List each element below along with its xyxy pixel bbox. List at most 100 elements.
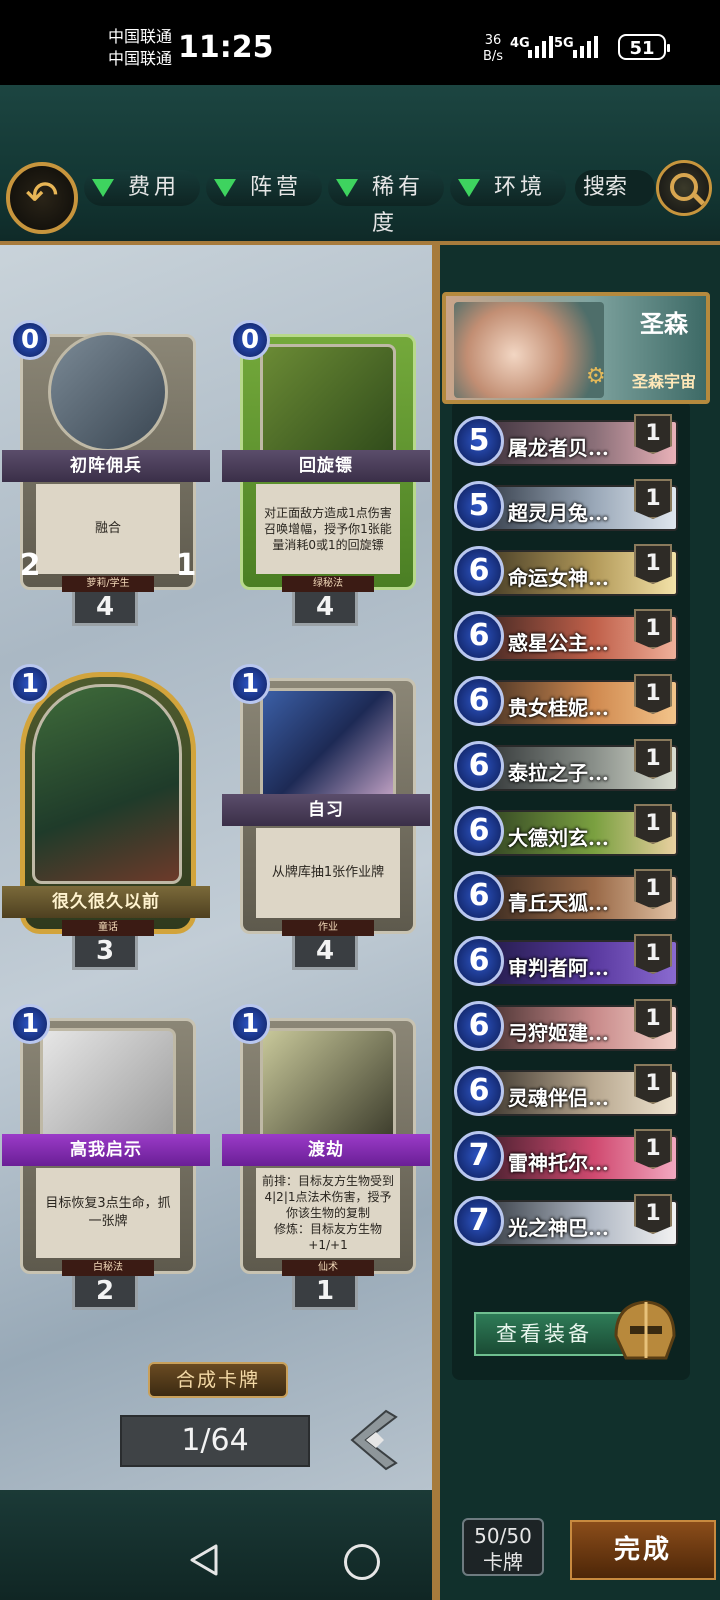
deck-card-name: 惑星公主...: [508, 631, 609, 655]
deck-card-cost: 6: [454, 611, 504, 661]
card-type: 绿秘法: [282, 576, 374, 592]
search-magnifier-icon[interactable]: [656, 160, 712, 216]
undo-arrow-icon: ↶: [25, 173, 59, 219]
deck-card-row[interactable]: 6 惑星公主... 1: [452, 609, 680, 667]
deck-card-name: 弓狩姬建...: [508, 1021, 609, 1045]
deck-card-row[interactable]: 6 贵女桂妮... 1: [452, 674, 680, 732]
filter-bar: [0, 85, 720, 245]
filter-faction-button[interactable]: 阵营: [206, 170, 322, 206]
deck-card-cost: 7: [454, 1131, 504, 1181]
card-art: [32, 684, 182, 884]
deck-card-cost: 6: [454, 676, 504, 726]
deck-card-name: 大德刘玄...: [508, 826, 609, 850]
deck-card-row[interactable]: 6 审判者阿... 1: [452, 934, 680, 992]
leader-name: 圣森: [640, 309, 688, 338]
collection-card[interactable]: 1 渡劫 前排：目标友方生物受到4|2|1点法术伤害，授予你该生物的复制 修炼：…: [222, 1004, 430, 1310]
card-type: 作业: [282, 920, 374, 936]
deck-card-name: 光之神巴...: [508, 1216, 609, 1240]
craft-card-button[interactable]: 合成卡牌: [148, 1362, 288, 1398]
filter-environment-label: 环境: [494, 175, 547, 200]
collection-card[interactable]: 1 高我启示 目标恢复3点生命，抓一张牌 白秘法 2: [2, 1004, 210, 1310]
deck-card-row[interactable]: 6 青丘天狐... 1: [452, 869, 680, 927]
deck-card-count: 1: [634, 1064, 672, 1104]
deck-card-count: 1: [634, 479, 672, 519]
gear-icon: ⚙: [586, 364, 606, 389]
helmet-icon: [614, 1300, 676, 1360]
deck-card-list[interactable]: 5 屠龙者贝... 1 5 超灵月兔... 1 6 命运女神... 1 6 惑星…: [452, 414, 682, 1256]
deck-card-row[interactable]: 5 超灵月兔... 1: [452, 479, 680, 537]
card-type: 仙术: [282, 1260, 374, 1276]
collection-card[interactable]: 1 很久很久以前 童话 3: [2, 664, 210, 970]
card-art: [48, 332, 168, 452]
panel-divider: [432, 245, 440, 1600]
filter-cost-button[interactable]: 费用: [84, 170, 200, 206]
network-speed: 36 B/s: [483, 33, 503, 65]
back-button[interactable]: ↶: [6, 162, 78, 234]
deck-card-row[interactable]: 6 大德刘玄... 1: [452, 804, 680, 862]
card-owned-count: 4: [292, 936, 358, 970]
clock: 11:25: [178, 30, 274, 65]
page-indicator: 1/64: [120, 1415, 310, 1467]
card-cost: 1: [10, 664, 50, 704]
filter-rarity-label: 稀有度: [372, 175, 425, 236]
deck-card-row[interactable]: 6 命运女神... 1: [452, 544, 680, 602]
carrier-2: 中国联通: [108, 49, 173, 68]
deck-card-cost: 6: [454, 741, 504, 791]
carrier-labels: 中国联通 中国联通: [108, 26, 172, 70]
deck-card-count: 1: [634, 674, 672, 714]
deck-count-badge: 50/50 卡牌: [462, 1518, 544, 1576]
deck-card-row[interactable]: 5 屠龙者贝... 1: [452, 414, 680, 472]
deck-card-name: 审判者阿...: [508, 956, 609, 980]
nav-home-icon[interactable]: [344, 1544, 380, 1580]
deck-count-value: 50/50: [474, 1524, 532, 1548]
deck-card-cost: 5: [454, 416, 504, 466]
collection-card[interactable]: 0 回旋镖 对正面敌方造成1点伤害 召唤增幅，授予你1张能量消耗0或1的回旋镖 …: [222, 320, 430, 626]
net-speed-value: 36: [484, 33, 502, 48]
deck-card-cost: 6: [454, 806, 504, 856]
collection-card[interactable]: 1 自习 从牌库抽1张作业牌 作业 4: [222, 664, 430, 970]
deck-card-row[interactable]: 6 弓狩姬建... 1: [452, 999, 680, 1057]
leader-banner[interactable]: 圣森 ⚙ 圣森宇宙: [442, 292, 710, 404]
card-text: 目标恢复3点生命，抓一张牌: [36, 1168, 180, 1258]
card-owned-count: 1: [292, 1276, 358, 1310]
deck-card-count: 1: [634, 934, 672, 974]
filter-faction-label: 阵营: [250, 175, 303, 200]
deck-card-row[interactable]: 6 泰拉之子... 1: [452, 739, 680, 797]
deck-card-row[interactable]: 6 灵魂伴侣... 1: [452, 1064, 680, 1122]
done-button[interactable]: 完成: [570, 1520, 716, 1580]
card-name: 高我启示: [2, 1134, 210, 1166]
next-page-button[interactable]: [346, 1405, 402, 1475]
card-cost: 0: [10, 320, 50, 360]
filter-environment-button[interactable]: 环境: [450, 170, 566, 206]
deck-card-count: 1: [634, 1129, 672, 1169]
card-owned-count: 4: [72, 592, 138, 626]
deck-card-count: 1: [634, 999, 672, 1039]
dropdown-triangle-icon: [92, 179, 114, 197]
deck-card-cost: 6: [454, 871, 504, 921]
filter-cost-label: 费用: [128, 175, 181, 200]
deck-card-name: 贵女桂妮...: [508, 696, 609, 720]
leader-portrait: [454, 302, 604, 398]
card-text: 融合: [36, 484, 180, 574]
filter-rarity-button[interactable]: 稀有度: [328, 170, 444, 236]
card-name: 渡劫: [222, 1134, 430, 1166]
card-type: 童话: [62, 920, 154, 936]
deck-card-cost: 6: [454, 1001, 504, 1051]
deck-card-count: 1: [634, 804, 672, 844]
signal-icon: [528, 34, 556, 58]
deck-card-row[interactable]: 7 雷神托尔... 1: [452, 1129, 680, 1187]
deck-card-count: 1: [634, 1194, 672, 1234]
collection-card[interactable]: 0 初阵佣兵 融合 萝莉/学生 2 1 4: [2, 320, 210, 626]
dropdown-triangle-icon: [458, 179, 480, 197]
signal-icon-2: [573, 34, 601, 58]
network-type-1: 4G: [510, 36, 530, 51]
card-text: 前排：目标友方生物受到4|2|1点法术伤害，授予你该生物的复制 修炼：目标友方生…: [256, 1168, 400, 1258]
deck-card-row[interactable]: 7 光之神巴... 1: [452, 1194, 680, 1252]
card-owned-count: 4: [292, 592, 358, 626]
battery-icon: 51: [618, 34, 670, 60]
card-name: 很久很久以前: [2, 886, 210, 918]
search-input[interactable]: 搜索: [575, 170, 655, 206]
dropdown-triangle-icon: [336, 179, 358, 197]
nav-back-icon[interactable]: [186, 1540, 226, 1580]
deck-card-cost: 6: [454, 546, 504, 596]
